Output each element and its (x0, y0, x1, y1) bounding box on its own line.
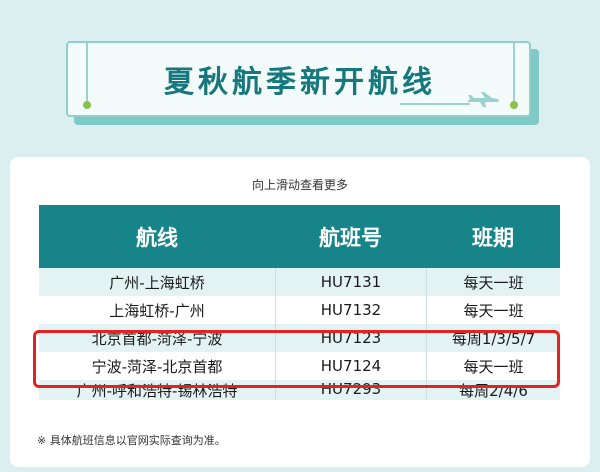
table-header: 航线 航班号 班期 (39, 205, 560, 268)
airplane-icon (467, 92, 499, 107)
highlight-box (33, 330, 560, 388)
page-title: 夏秋航季新开航线 (164, 65, 436, 100)
cell-schedule: 每天一班 (426, 268, 560, 296)
cell-route: 广州-上海虹桥 (109, 273, 205, 292)
cell-flight: HU7132 (275, 296, 426, 324)
decor-line (400, 103, 470, 105)
scroll-hint: 向上滑动查看更多 (251, 178, 348, 192)
footnote: ※ 具体航班信息以官网实际查询为准。 (37, 434, 226, 447)
column-header-flight: 航班号 (319, 225, 382, 250)
column-header-route: 航线 (136, 225, 178, 250)
cell-schedule: 每天一班 (426, 296, 560, 324)
column-header-schedule: 班期 (472, 225, 514, 250)
cell-route: 上海虹桥-广州 (109, 301, 205, 320)
cell-flight: HU7131 (275, 268, 426, 296)
table-row: 上海虹桥-广州 HU7132 每天一班 (39, 296, 560, 324)
table-row: 广州-上海虹桥 HU7131 每天一班 (39, 268, 560, 296)
